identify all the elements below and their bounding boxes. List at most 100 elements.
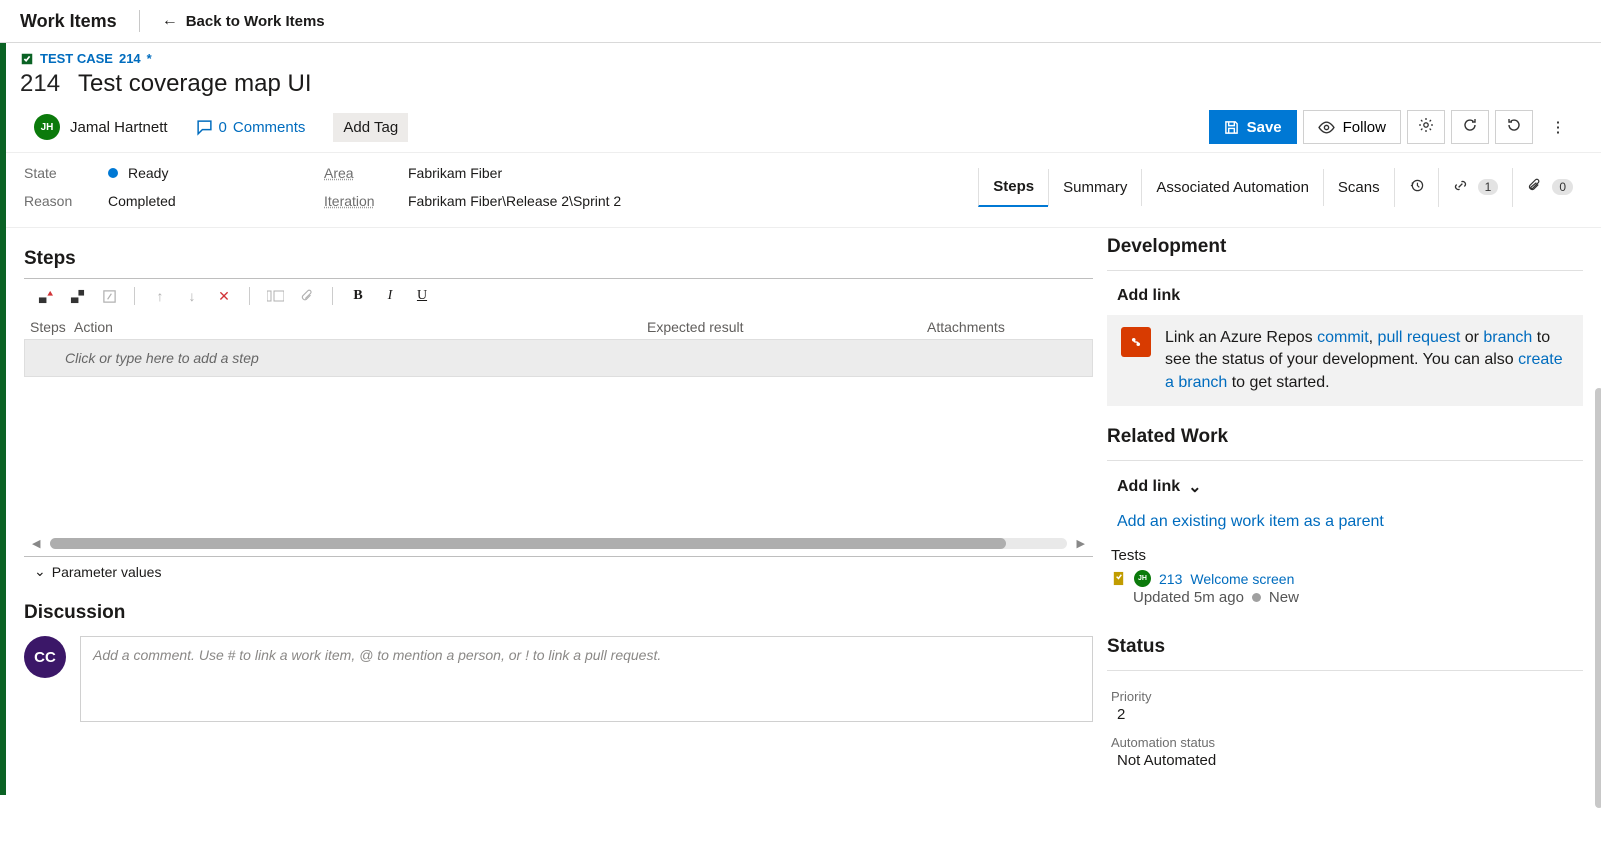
attach-count-badge: 0	[1552, 179, 1573, 195]
divider	[1107, 670, 1583, 671]
commit-link[interactable]: commit	[1317, 329, 1369, 346]
state-value: Ready	[128, 165, 168, 181]
test-meta: Updated 5m ago New	[1107, 589, 1583, 606]
automation-status-label: Automation status	[1107, 729, 1583, 752]
add-link-label: Add link	[1117, 287, 1180, 305]
tests-label: Tests	[1107, 543, 1583, 568]
work-item-id: 214	[20, 70, 60, 98]
test-title[interactable]: Welcome screen	[1190, 571, 1294, 587]
tab-history[interactable]	[1394, 168, 1438, 207]
settings-button[interactable]	[1407, 110, 1445, 144]
outdent-icon[interactable]	[266, 287, 284, 305]
related-work-heading: Related Work	[1107, 418, 1583, 452]
area-label: Area	[324, 165, 380, 181]
horizontal-scrollbar[interactable]: ◀ ▶	[32, 537, 1085, 550]
follow-label: Follow	[1343, 119, 1386, 136]
test-link-row[interactable]: JH 213 Welcome screen	[1107, 568, 1583, 589]
dev-text: Link an Azure Repos	[1165, 329, 1317, 346]
link-icon	[1453, 178, 1468, 197]
dirty-marker: *	[147, 51, 152, 66]
sep: or	[1460, 329, 1483, 346]
test-state: New	[1269, 589, 1299, 606]
branch-link[interactable]: branch	[1483, 329, 1532, 346]
test-updated: Updated 5m ago	[1133, 589, 1244, 606]
tab-links[interactable]: 1	[1438, 168, 1513, 207]
comment-icon	[196, 119, 213, 136]
divider	[139, 10, 140, 32]
pull-request-link[interactable]: pull request	[1378, 329, 1461, 346]
refresh-button[interactable]	[1451, 110, 1489, 144]
save-label: Save	[1247, 119, 1282, 136]
move-down-icon[interactable]: ↓	[183, 287, 201, 305]
italic-icon[interactable]: I	[381, 287, 399, 305]
scroll-right-icon[interactable]: ▶	[1077, 537, 1085, 550]
more-actions-button[interactable]: ⋮	[1539, 110, 1577, 144]
comments-label: Comments	[233, 119, 306, 136]
automation-status-value[interactable]: Not Automated	[1107, 752, 1583, 775]
kebab-icon: ⋮	[1551, 118, 1566, 136]
chevron-down-icon: ⌄	[34, 563, 46, 580]
move-up-icon[interactable]: ↑	[151, 287, 169, 305]
steps-heading: Steps	[16, 232, 1101, 278]
attach-icon[interactable]	[298, 287, 316, 305]
delete-step-icon[interactable]: ✕	[215, 287, 233, 305]
scroll-thumb[interactable]	[50, 538, 1005, 549]
test-id[interactable]: 213	[1159, 571, 1182, 587]
divider	[1107, 460, 1583, 461]
add-step-placeholder[interactable]: Click or type here to add a step	[24, 339, 1093, 377]
attachment-icon	[1527, 178, 1542, 197]
parameter-values-toggle[interactable]: ⌄ Parameter values	[16, 557, 1101, 586]
add-tag-button[interactable]: Add Tag	[333, 113, 408, 142]
save-icon	[1224, 120, 1239, 135]
add-parent-link[interactable]: Add an existing work item as a parent	[1107, 507, 1583, 543]
test-plan-icon	[1111, 571, 1126, 586]
comment-input[interactable]: Add a comment. Use # to link a work item…	[80, 636, 1093, 722]
steps-toolbar: ↑ ↓ ✕ B I U	[24, 279, 1093, 313]
iteration-value[interactable]: Fabrikam Fiber\Release 2\Sprint 2	[408, 193, 621, 209]
priority-value[interactable]: 2	[1107, 706, 1583, 729]
insert-param-icon[interactable]	[100, 287, 118, 305]
tab-summary[interactable]: Summary	[1048, 169, 1141, 206]
breadcrumb-type: TEST CASE	[40, 51, 113, 66]
breadcrumb[interactable]: TEST CASE 214*	[6, 43, 1601, 68]
related-add-link-button[interactable]: Add link ⌄	[1107, 473, 1583, 507]
toolbar-divider	[134, 287, 135, 305]
development-heading: Development	[1107, 228, 1583, 262]
eye-icon	[1318, 119, 1335, 136]
underline-icon[interactable]: U	[413, 287, 431, 305]
sep: ,	[1369, 329, 1378, 346]
chevron-down-icon: ⌄	[1188, 477, 1201, 497]
work-item-title[interactable]: Test coverage map UI	[78, 70, 1587, 98]
state-picker[interactable]: Ready	[108, 165, 168, 181]
tab-automation[interactable]: Associated Automation	[1141, 169, 1323, 206]
gear-icon	[1418, 117, 1434, 137]
save-button[interactable]: Save	[1209, 110, 1297, 144]
area-value[interactable]: Fabrikam Fiber	[408, 165, 502, 181]
tab-attachments[interactable]: 0	[1512, 168, 1587, 207]
col-action: Action	[74, 319, 647, 335]
current-user-avatar: CC	[24, 636, 66, 678]
undo-icon	[1506, 117, 1522, 137]
page-title: Work Items	[20, 11, 117, 32]
insert-shared-step-icon[interactable]	[68, 287, 86, 305]
divider	[1107, 270, 1583, 271]
tab-steps[interactable]: Steps	[978, 168, 1048, 207]
back-to-work-items-button[interactable]: ← Back to Work Items	[162, 12, 325, 30]
comments-button[interactable]: 0 Comments	[196, 119, 306, 136]
insert-step-icon[interactable]	[36, 287, 54, 305]
assignee-name: Jamal Hartnett	[70, 119, 168, 136]
tab-scans[interactable]: Scans	[1323, 169, 1394, 206]
bold-icon[interactable]: B	[349, 287, 367, 305]
assignee-picker[interactable]: JH Jamal Hartnett	[34, 114, 168, 140]
development-callout: Link an Azure Repos commit, pull request…	[1107, 315, 1583, 406]
revert-button[interactable]	[1495, 110, 1533, 144]
links-count-badge: 1	[1478, 179, 1499, 195]
refresh-icon	[1462, 117, 1478, 137]
scroll-left-icon[interactable]: ◀	[32, 537, 40, 550]
scroll-track[interactable]	[50, 538, 1066, 549]
status-heading: Status	[1107, 628, 1583, 662]
follow-button[interactable]: Follow	[1303, 110, 1401, 144]
dev-add-link-button[interactable]: Add link	[1107, 283, 1583, 315]
reason-value[interactable]: Completed	[108, 193, 176, 209]
vertical-scrollbar[interactable]	[1595, 388, 1601, 808]
